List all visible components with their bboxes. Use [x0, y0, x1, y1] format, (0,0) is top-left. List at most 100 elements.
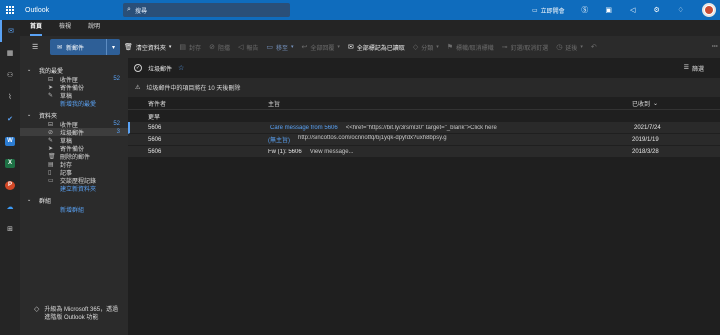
- filter-button[interactable]: ☰ 篩選: [684, 64, 704, 73]
- folders-header[interactable]: ⌄ 資料夾: [20, 110, 128, 120]
- meet-now-button[interactable]: ▭ 立即開會: [532, 6, 565, 15]
- mark-all-read-button[interactable]: ✉ 全部標記為已讀取: [344, 36, 409, 58]
- categorize-button[interactable]: ◇ 分類 ▾: [409, 36, 443, 58]
- mail-icon[interactable]: ✉: [0, 20, 20, 42]
- list-header: ✓ 垃圾郵件 ☆ ☰ 篩選: [128, 58, 720, 78]
- snooze-button[interactable]: ◷ 延後 ▾: [552, 36, 587, 58]
- skype-icon[interactable]: Ⓢ: [575, 0, 595, 20]
- unread-count: 3: [116, 129, 120, 135]
- chevron-down-icon: ▾: [111, 44, 115, 51]
- pin-icon: ⊸: [501, 44, 508, 51]
- msg-subject-line: Care message from 5606 <<href="https://b…: [270, 125, 634, 131]
- msg-subject: Care message from 5606: [270, 124, 338, 131]
- inbox-icon: ⊟: [48, 76, 54, 83]
- add-favorite-link[interactable]: 新增我的最愛: [20, 99, 128, 108]
- move-button[interactable]: ▭ 移至 ▾: [262, 36, 297, 58]
- reply-all-label: 全部回覆: [310, 45, 335, 52]
- more-apps-icon[interactable]: ⊞: [0, 218, 20, 240]
- pin-button[interactable]: ⊸ 釘選/取消釘選: [498, 36, 553, 58]
- flag-icon: ⚑: [446, 44, 454, 51]
- compose-mail-icon: ✉: [57, 44, 63, 51]
- excel-icon[interactable]: X: [0, 152, 20, 174]
- chevron-down-icon: ⌄: [27, 197, 32, 203]
- notice-text: 垃圾郵件中的項目將在 10 天後刪除: [146, 86, 241, 92]
- powerpoint-icon[interactable]: P: [0, 174, 20, 196]
- new-mail-dropdown[interactable]: ▾: [106, 39, 120, 55]
- sent-icon: ➤: [48, 145, 54, 152]
- col-from[interactable]: 寄件者: [128, 99, 268, 108]
- new-mail-button[interactable]: ✉ 新郵件 ▾: [50, 39, 120, 55]
- new-group-link[interactable]: 新增群組: [20, 205, 128, 214]
- search-placeholder: 搜尋: [135, 8, 148, 15]
- chevron-down-icon: ▾: [436, 44, 439, 50]
- msg-subject-line: (無主旨) http://sincottos.com/ocnnotfq/bj1y…: [268, 135, 632, 144]
- new-mail-main[interactable]: ✉ 新郵件: [50, 39, 106, 55]
- folder-icon: ▭: [48, 177, 54, 184]
- favorite-star-icon[interactable]: ☆: [178, 64, 184, 72]
- filter-icon: ☰: [683, 65, 689, 71]
- pin-label: 釘選/取消釘選: [510, 45, 549, 52]
- draft-icon: ✎: [48, 92, 54, 99]
- trash-icon: 🗑: [48, 153, 56, 160]
- onenote-feed-icon[interactable]: ▣: [599, 0, 619, 20]
- table-row[interactable]: 5606 Care message from 5606 <<href="http…: [128, 122, 720, 134]
- favorites-header[interactable]: ⌄ 我的最愛: [20, 65, 128, 75]
- calendar-icon[interactable]: ▦: [0, 42, 20, 64]
- archive-button[interactable]: ▤ 封存: [175, 36, 205, 58]
- clock-icon: ◷: [556, 44, 563, 51]
- flag-button[interactable]: ⚑ 標幟/取消標幟: [443, 36, 498, 58]
- attachment-icon[interactable]: ⌇: [0, 86, 20, 108]
- column-headers: 寄件者 主旨 已收到 ⌄: [128, 97, 720, 110]
- table-row[interactable]: 5606 (無主旨) http://sincottos.com/ocnnotfq…: [128, 134, 720, 146]
- folders-label: 資料夾: [39, 113, 58, 120]
- warning-icon: ⚠: [135, 85, 141, 91]
- todo-check-icon[interactable]: ✔: [0, 108, 20, 130]
- app-launcher-icon[interactable]: [0, 0, 20, 20]
- select-all-checkbox[interactable]: ✓: [134, 64, 142, 72]
- undo-icon: ↶: [590, 44, 597, 51]
- block-icon: ⊘: [209, 44, 215, 51]
- msg-subject: Fw (1): 5606: [268, 148, 302, 155]
- hamburger-menu-icon[interactable]: ☰: [32, 43, 44, 51]
- word-icon[interactable]: W: [0, 130, 20, 152]
- megaphone-icon[interactable]: ◁: [623, 0, 643, 20]
- lightbulb-icon[interactable]: ♢: [671, 0, 691, 20]
- folder-archive[interactable]: ▤ 封存: [20, 160, 128, 169]
- draft-icon: ✎: [48, 137, 54, 144]
- groups-header[interactable]: ⌄ 群組: [20, 195, 128, 205]
- folder-deleted[interactable]: 🗑 刪除的郵件: [20, 152, 128, 161]
- avatar[interactable]: [702, 3, 716, 17]
- col-received[interactable]: 已收到 ⌄: [632, 99, 658, 108]
- table-row[interactable]: 5606 Fw (1): 5606 View message... 2018/3…: [128, 146, 720, 158]
- new-mail-label: 新郵件: [66, 45, 85, 52]
- msg-subject: (無主旨): [268, 138, 290, 144]
- chevron-down-icon: ▾: [580, 44, 583, 50]
- folder-pane: ⌄ 我的最愛 ⊟ 收件匣 52 ➤ 寄件備份 ✎ 草稿 新增我的最愛 ⌄ 資料夾…: [20, 58, 128, 335]
- flag-label: 標幟/取消標幟: [456, 45, 494, 52]
- people-icon[interactable]: ⚇: [0, 64, 20, 86]
- more-options-icon[interactable]: ···: [708, 36, 720, 58]
- note-icon: ▯: [48, 169, 52, 176]
- undo-button[interactable]: ↶: [587, 36, 601, 58]
- msg-from: 5606: [148, 124, 162, 131]
- search-input[interactable]: ⌕ 搜尋: [123, 3, 290, 17]
- chevron-down-icon: ▾: [337, 44, 340, 50]
- tab-view[interactable]: 檢視: [59, 20, 71, 36]
- tab-help[interactable]: 說明: [88, 20, 100, 36]
- block-button[interactable]: ⊘ 阻擋: [205, 36, 234, 58]
- onedrive-cloud-icon[interactable]: ☁: [0, 196, 20, 218]
- favorite-sent[interactable]: ➤ 寄件備份: [20, 83, 128, 92]
- upgrade-banner[interactable]: ◇ 升級為 Microsoft 365，透過 進階版 Outlook 功能: [20, 303, 128, 322]
- report-button[interactable]: ◁ 報告: [234, 36, 262, 58]
- chevron-down-icon: ⌄: [27, 67, 32, 73]
- archive-label: 封存: [189, 45, 202, 52]
- empty-folder-label: 清空資料夾: [135, 45, 166, 52]
- settings-gear-icon[interactable]: ⚙: [647, 0, 667, 20]
- create-folder-link[interactable]: 建立新資料夾: [20, 184, 128, 193]
- folder-junk[interactable]: ⊘ 垃圾郵件 3: [20, 128, 128, 137]
- col-received-label: 已收到: [632, 101, 651, 108]
- col-subject[interactable]: 主旨: [268, 99, 632, 108]
- empty-folder-button[interactable]: 🗑 清空資料夾 ▾: [120, 36, 175, 58]
- reply-all-button[interactable]: ↩ 全部回覆 ▾: [298, 36, 344, 58]
- tab-home[interactable]: 首頁: [30, 20, 43, 36]
